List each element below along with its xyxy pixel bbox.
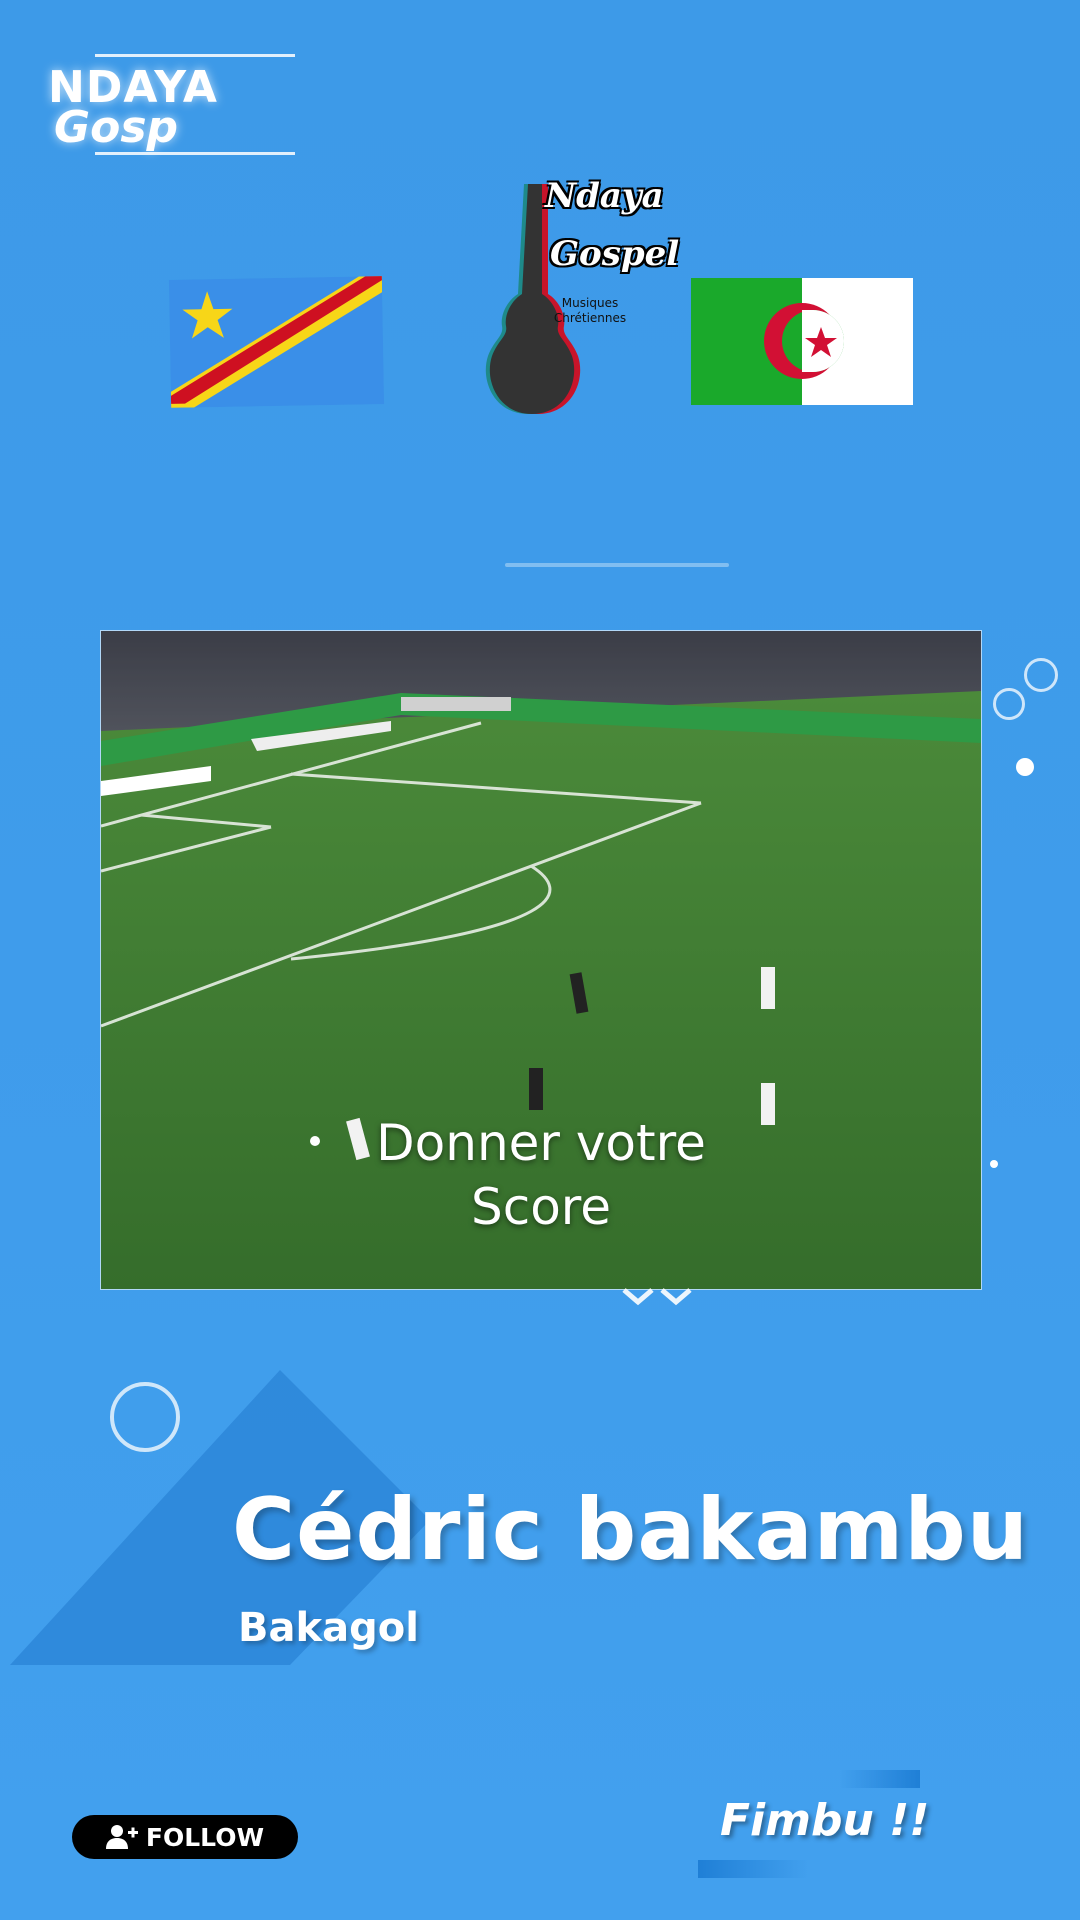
logo-subtitle: Gosp <box>54 102 179 153</box>
add-user-icon <box>105 1825 138 1849</box>
drc-flag <box>168 276 385 408</box>
divider-line <box>505 563 729 567</box>
decor-bar <box>840 1770 920 1788</box>
player-nickname: Bakagol <box>238 1605 419 1651</box>
video-caption-line-1: Donner votre <box>376 1114 706 1172</box>
guitar-logo-title: Ndaya <box>545 176 664 216</box>
video-caption: Donner votre Score <box>101 1111 981 1239</box>
logo-line <box>95 54 295 57</box>
player-name: Cédric bakambu <box>232 1480 1030 1580</box>
video-caption-line-2: Score <box>470 1178 612 1236</box>
tagline: Fimbu !! <box>720 1795 930 1846</box>
ndaya-gospel-guitar-logo: Ndaya Gospel Musiques Chrétiennes <box>470 176 679 436</box>
chevron-down-icon <box>622 1288 692 1306</box>
algeria-flag <box>691 278 913 405</box>
decor-dot <box>990 1160 998 1168</box>
guitar-logo-tagline-1: Musiques <box>561 296 619 310</box>
follow-button[interactable]: FOLLOW <box>72 1815 298 1859</box>
match-video[interactable]: Donner votre Score <box>100 630 982 1290</box>
decor-dot <box>1016 758 1034 776</box>
guitar-logo-tagline: Musiques Chrétiennes <box>550 296 630 326</box>
decor-bar <box>698 1860 808 1878</box>
ndaya-gospel-logo: NDAYA Gosp <box>40 52 340 162</box>
guitar-logo-subtitle: Gospel <box>550 234 680 274</box>
guitar-logo-tagline-2: Chrétiennes <box>553 311 627 325</box>
follow-label: FOLLOW <box>145 1822 265 1852</box>
decor-ring <box>1024 658 1058 692</box>
decor-ring <box>993 688 1025 720</box>
logo-line <box>95 152 295 155</box>
